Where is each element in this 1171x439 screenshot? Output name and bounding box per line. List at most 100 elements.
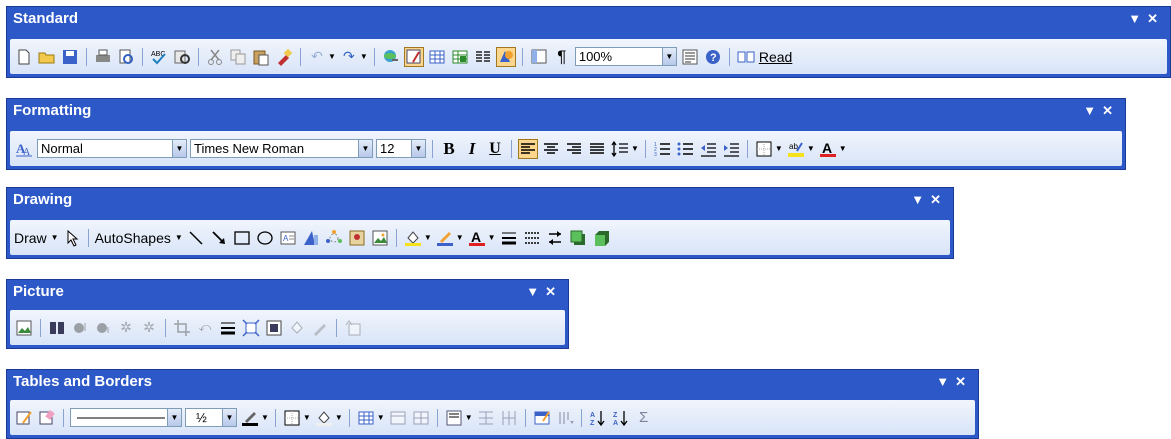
- insert-hyperlink-icon[interactable]: [381, 47, 401, 67]
- standard-title-bar[interactable]: Standard ▼✕: [11, 9, 1166, 29]
- draw-table-icon[interactable]: [14, 408, 34, 428]
- align-dropdown-icon[interactable]: ▼: [465, 413, 473, 422]
- increase-indent-icon[interactable]: [721, 139, 741, 159]
- print-preview-icon[interactable]: [116, 47, 136, 67]
- close-icon[interactable]: ✕: [1147, 11, 1164, 26]
- drawing-icon[interactable]: [495, 46, 516, 67]
- reading-layout-icon[interactable]: [680, 47, 700, 67]
- line-style-icon[interactable]: [499, 228, 519, 248]
- underline-button[interactable]: U: [485, 139, 505, 159]
- fill-color-dropdown-icon[interactable]: ▼: [424, 233, 432, 242]
- line-style-combobox[interactable]: ▼: [70, 408, 182, 427]
- tables-title-bar[interactable]: Tables and Borders ▼✕: [11, 372, 974, 392]
- line-style-icon[interactable]: [218, 318, 238, 338]
- change-text-direction-icon[interactable]: [555, 408, 575, 428]
- close-icon[interactable]: ✕: [930, 192, 947, 207]
- sort-ascending-icon[interactable]: AZ: [588, 408, 608, 428]
- cut-icon[interactable]: [205, 47, 225, 67]
- insert-table-dropdown-icon[interactable]: ▼: [377, 413, 385, 422]
- table-autoformat-icon[interactable]: [532, 408, 552, 428]
- paste-icon[interactable]: [251, 47, 271, 67]
- rotate-left-icon[interactable]: ⤺: [195, 318, 215, 338]
- less-brightness-icon[interactable]: ✲: [139, 318, 159, 338]
- dash-style-icon[interactable]: [522, 228, 542, 248]
- compress-pictures-icon[interactable]: [241, 318, 261, 338]
- shading-color-icon[interactable]: [314, 408, 334, 428]
- columns-icon[interactable]: [473, 47, 493, 67]
- read-book-icon[interactable]: [736, 47, 756, 67]
- oval-icon[interactable]: [255, 228, 275, 248]
- show-hide-formatting-icon[interactable]: ¶: [552, 47, 572, 67]
- insert-picture-icon[interactable]: [370, 228, 390, 248]
- styles-and-formatting-icon[interactable]: AA: [14, 139, 34, 159]
- text-wrapping-icon[interactable]: [264, 318, 284, 338]
- insert-excel-worksheet-icon[interactable]: [450, 47, 470, 67]
- bold-button[interactable]: B: [439, 139, 459, 159]
- font-color-icon[interactable]: A: [467, 228, 487, 248]
- 3d-style-icon[interactable]: [591, 228, 611, 248]
- align-center-icon[interactable]: [541, 139, 561, 159]
- justify-icon[interactable]: [587, 139, 607, 159]
- toolbar-options-icon[interactable]: ▼: [911, 192, 930, 207]
- reset-picture-icon[interactable]: [343, 318, 363, 338]
- italic-button[interactable]: I: [462, 139, 482, 159]
- shadow-style-icon[interactable]: [568, 228, 588, 248]
- numbering-icon[interactable]: 123: [652, 139, 672, 159]
- line-color-dropdown-icon[interactable]: ▼: [456, 233, 464, 242]
- drawing-title-bar[interactable]: Drawing ▼✕: [11, 190, 949, 210]
- insert-table-icon[interactable]: [356, 408, 376, 428]
- bullets-icon[interactable]: [675, 139, 695, 159]
- eraser-icon[interactable]: [37, 408, 57, 428]
- line-icon[interactable]: [186, 228, 206, 248]
- research-icon[interactable]: [172, 47, 192, 67]
- arrow-icon[interactable]: [209, 228, 229, 248]
- zoom-dropdown-icon[interactable]: ▼: [661, 48, 676, 65]
- line-spacing-icon[interactable]: [610, 139, 630, 159]
- clip-art-icon[interactable]: [347, 228, 367, 248]
- draw-dropdown-icon[interactable]: ▼: [51, 233, 59, 242]
- shading-dropdown-icon[interactable]: ▼: [335, 413, 343, 422]
- font-combobox[interactable]: Times New Roman ▼: [190, 139, 373, 158]
- wordart-icon[interactable]: [301, 228, 321, 248]
- draw-menu-button[interactable]: Draw: [14, 230, 47, 246]
- close-icon[interactable]: ✕: [545, 284, 562, 299]
- insert-table-icon[interactable]: [427, 47, 447, 67]
- font-size-dropdown-icon[interactable]: ▼: [411, 140, 425, 157]
- outside-border-icon[interactable]: [754, 139, 774, 159]
- font-dropdown-icon[interactable]: ▼: [358, 140, 372, 157]
- insert-picture-icon[interactable]: [14, 318, 34, 338]
- line-weight-dropdown-icon[interactable]: ▼: [222, 409, 236, 426]
- undo-dropdown-icon[interactable]: ▼: [328, 52, 336, 61]
- align-left-icon[interactable]: [518, 138, 538, 159]
- style-combobox[interactable]: Normal ▼: [37, 139, 187, 158]
- print-icon[interactable]: [93, 47, 113, 67]
- close-icon[interactable]: ✕: [1102, 103, 1119, 118]
- more-brightness-icon[interactable]: ✲: [116, 318, 136, 338]
- color-icon[interactable]: [47, 318, 67, 338]
- toolbar-options-icon[interactable]: ▼: [936, 374, 955, 389]
- formatting-title-bar[interactable]: Formatting ▼✕: [11, 101, 1121, 121]
- line-style-dropdown-icon[interactable]: ▼: [167, 409, 181, 426]
- autoshapes-dropdown-icon[interactable]: ▼: [175, 233, 183, 242]
- highlight-dropdown-icon[interactable]: ▼: [807, 144, 815, 153]
- spelling-icon[interactable]: ABC: [149, 47, 169, 67]
- border-dropdown-icon[interactable]: ▼: [303, 413, 311, 422]
- diagram-icon[interactable]: [324, 228, 344, 248]
- align-right-icon[interactable]: [564, 139, 584, 159]
- select-objects-icon[interactable]: [62, 228, 82, 248]
- merge-cells-icon[interactable]: [388, 408, 408, 428]
- distribute-rows-icon[interactable]: [476, 408, 496, 428]
- autosum-icon[interactable]: Σ: [634, 408, 654, 428]
- copy-icon[interactable]: [228, 47, 248, 67]
- toolbar-options-icon[interactable]: ▼: [526, 284, 545, 299]
- toolbar-options-icon[interactable]: ▼: [1128, 11, 1147, 26]
- less-contrast-icon[interactable]: [93, 318, 113, 338]
- font-size-combobox[interactable]: 12 ▼: [376, 139, 426, 158]
- new-document-icon[interactable]: [14, 47, 34, 67]
- redo-icon[interactable]: ↷: [339, 47, 359, 67]
- outside-border-icon[interactable]: [282, 408, 302, 428]
- format-picture-icon[interactable]: [287, 318, 307, 338]
- font-color-icon[interactable]: A: [818, 139, 838, 159]
- distribute-columns-icon[interactable]: [499, 408, 519, 428]
- text-box-icon[interactable]: A: [278, 228, 298, 248]
